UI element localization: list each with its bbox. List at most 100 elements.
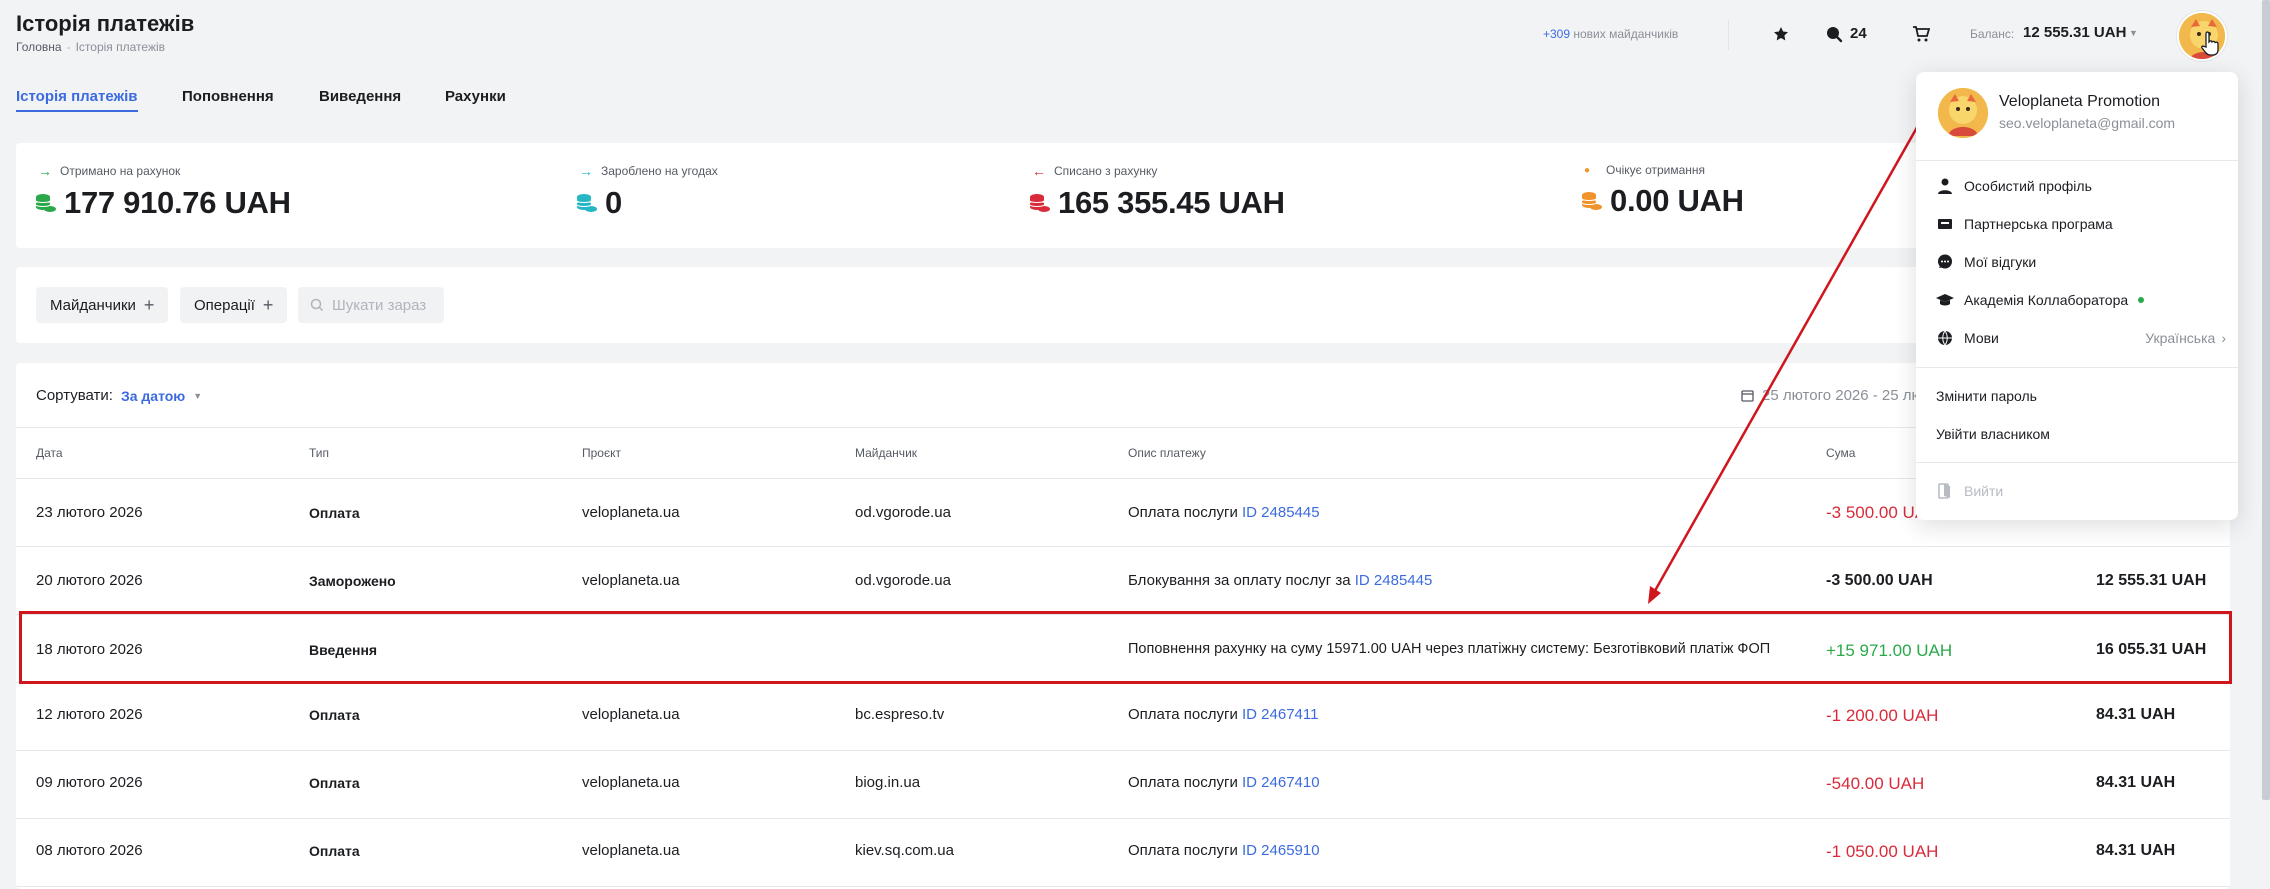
stat-pending: ● Очікує отримання 0.00 UAH [1580, 163, 1744, 219]
plus-icon: + [143, 294, 155, 315]
chevron-down-icon[interactable]: ▼ [193, 391, 202, 401]
row-date: 12 лютого 2026 [36, 706, 143, 723]
column-site: Майданчик [855, 446, 918, 460]
row-balance: 12 555.31 UAH [2096, 572, 2207, 589]
arrow-right-icon: → [579, 163, 593, 179]
row-description-text: Блокування за оплату послуг за [1128, 572, 1355, 589]
plus-icon: + [262, 294, 274, 315]
row-description-text: Оплата послуги [1128, 706, 1243, 723]
row-type: Оплата [309, 707, 360, 723]
top-header: Історія платежів Головна - Історія платежі… [0, 0, 2240, 70]
divider [1916, 160, 2238, 161]
order-id-link[interactable]: ID 2485445 [1242, 504, 1320, 521]
sort-select[interactable]: За датою [121, 388, 185, 404]
divider [1916, 462, 2238, 463]
row-type: Оплата [309, 505, 360, 521]
menu-item-label: Академія Коллаборатора [1964, 292, 2129, 308]
row-date: 23 лютого 2026 [36, 504, 143, 521]
row-amount: -540.00 UAH [1826, 774, 1925, 793]
star-icon[interactable] [1769, 22, 1793, 46]
chevron-right-icon: › [2221, 330, 2226, 346]
search-input[interactable] [332, 296, 432, 314]
stat-earned: → Зароблено на угодах 0 [575, 163, 718, 221]
menu-item-label: Партнерська програма [1964, 216, 2113, 232]
tab-withdrawal[interactable]: Виведення [319, 88, 401, 105]
row-project: veloplaneta.ua [582, 504, 680, 521]
coins-icon [1029, 194, 1050, 212]
row-project: veloplaneta.ua [582, 572, 680, 589]
account-dropdown: Veloplaneta Promotion seo.veloplaneta@gm… [1916, 72, 2238, 520]
calendar-icon [1741, 390, 1754, 402]
stat-value: 165 355.45 UAH [1058, 185, 1285, 220]
new-sites-count: +309 [1543, 27, 1571, 41]
row-site: bc.espreso.tv [855, 706, 945, 723]
breadcrumb-separator: - [66, 40, 71, 54]
tab-payment-history[interactable]: Історія платежів [16, 88, 138, 112]
table-row: 08 лютого 2026 Оплата veloplaneta.ua kie… [16, 819, 2230, 887]
row-date: 09 лютого 2026 [36, 774, 143, 791]
menu-item-academy[interactable]: Академія Коллаборатора [1936, 287, 2226, 313]
menu-item-reviews[interactable]: Мої відгуки [1936, 249, 2226, 275]
chevron-down-icon[interactable]: ▼ [2129, 28, 2138, 38]
row-type: Заморожено [309, 573, 396, 589]
annotation-highlight-box [19, 611, 2232, 684]
page-title: Історія платежів [16, 11, 195, 36]
notifications-icon[interactable] [1822, 22, 1846, 46]
sites-filter-button[interactable]: Майданчики + [36, 287, 169, 323]
row-project: veloplaneta.ua [582, 774, 680, 791]
divider [1916, 367, 2238, 368]
sites-filter-label: Майданчики [50, 296, 136, 314]
balance-value[interactable]: 12 555.31 UAH [2023, 24, 2126, 41]
account-email: seo.veloplaneta@gmail.com [1999, 115, 2176, 131]
login-as-owner-link[interactable]: Увійти власником [1936, 426, 2050, 442]
order-id-link[interactable]: ID 2485445 [1355, 572, 1433, 589]
date-range-picker[interactable]: 25 лютого 2026 - 25 лю [1741, 387, 1923, 404]
row-balance: 84.31 UAH [2096, 774, 2176, 791]
row-description: Оплата послуги ID 2485445 [1128, 504, 1320, 521]
row-site: kiev.sq.com.ua [855, 842, 954, 859]
row-description: Блокування за оплату послуг за ID 248544… [1128, 572, 1432, 589]
breadcrumb-home[interactable]: Головна [16, 40, 62, 54]
logout-label: Вийти [1964, 483, 2004, 499]
order-id-link[interactable]: ID 2467411 [1242, 706, 1318, 723]
graduation-cap-icon [1936, 293, 1954, 307]
account-name: Veloplaneta Promotion [1999, 93, 2160, 110]
clock-icon: ● [1584, 164, 1591, 176]
page-scrollbar[interactable] [2262, 0, 2270, 800]
row-description-text: Оплата послуги [1128, 842, 1243, 859]
row-project: veloplaneta.ua [582, 706, 680, 723]
order-id-link[interactable]: ID 2467410 [1242, 774, 1320, 791]
row-description: Оплата послуги ID 2467411 [1128, 706, 1318, 723]
person-icon [1936, 178, 1954, 194]
coins-icon [1581, 192, 1602, 210]
new-sites-link[interactable]: +309 нових майданчиків [1543, 27, 1678, 41]
logout-button[interactable]: Вийти [1936, 478, 2226, 504]
menu-item-partner-program[interactable]: Партнерська програма [1936, 211, 2226, 237]
menu-item-languages[interactable]: Мови Українська › [1936, 325, 2226, 351]
menu-item-profile[interactable]: Особистий профіль [1936, 173, 2226, 199]
stat-received: → Отримано на рахунок 177 910.76 UAH [34, 163, 291, 221]
row-description-text: Оплата послуги [1128, 774, 1243, 791]
table-row: 09 лютого 2026 Оплата veloplaneta.ua bio… [16, 751, 2230, 819]
row-balance: 84.31 UAH [2096, 842, 2176, 859]
cart-icon[interactable] [1909, 22, 1933, 46]
stat-label: Списано з рахунку [1054, 164, 1158, 178]
row-balance: 84.31 UAH [2096, 706, 2176, 723]
coins-icon [35, 194, 56, 212]
menu-item-label: Мови [1964, 330, 1999, 346]
order-id-link[interactable]: ID 2465910 [1242, 842, 1320, 859]
tab-top-up[interactable]: Поповнення [182, 88, 274, 105]
row-amount: -1 200.00 UAH [1826, 706, 1939, 725]
tab-invoices[interactable]: Рахунки [445, 88, 506, 105]
operations-filter-button[interactable]: Операції + [180, 287, 288, 323]
breadcrumb-current: Історія платежів [75, 40, 166, 54]
change-password-link[interactable]: Змінити пароль [1936, 388, 2037, 404]
notifications-count: 24 [1850, 25, 1867, 42]
sort-label: Сортувати: [36, 387, 113, 404]
current-language: Українська [2145, 330, 2216, 346]
new-sites-label: нових майданчиків [1573, 27, 1679, 41]
menu-item-label: Особистий профіль [1964, 178, 2092, 194]
chat-icon [1936, 254, 1954, 270]
row-site: od.vgorode.ua [855, 504, 951, 521]
row-date: 08 лютого 2026 [36, 842, 143, 859]
